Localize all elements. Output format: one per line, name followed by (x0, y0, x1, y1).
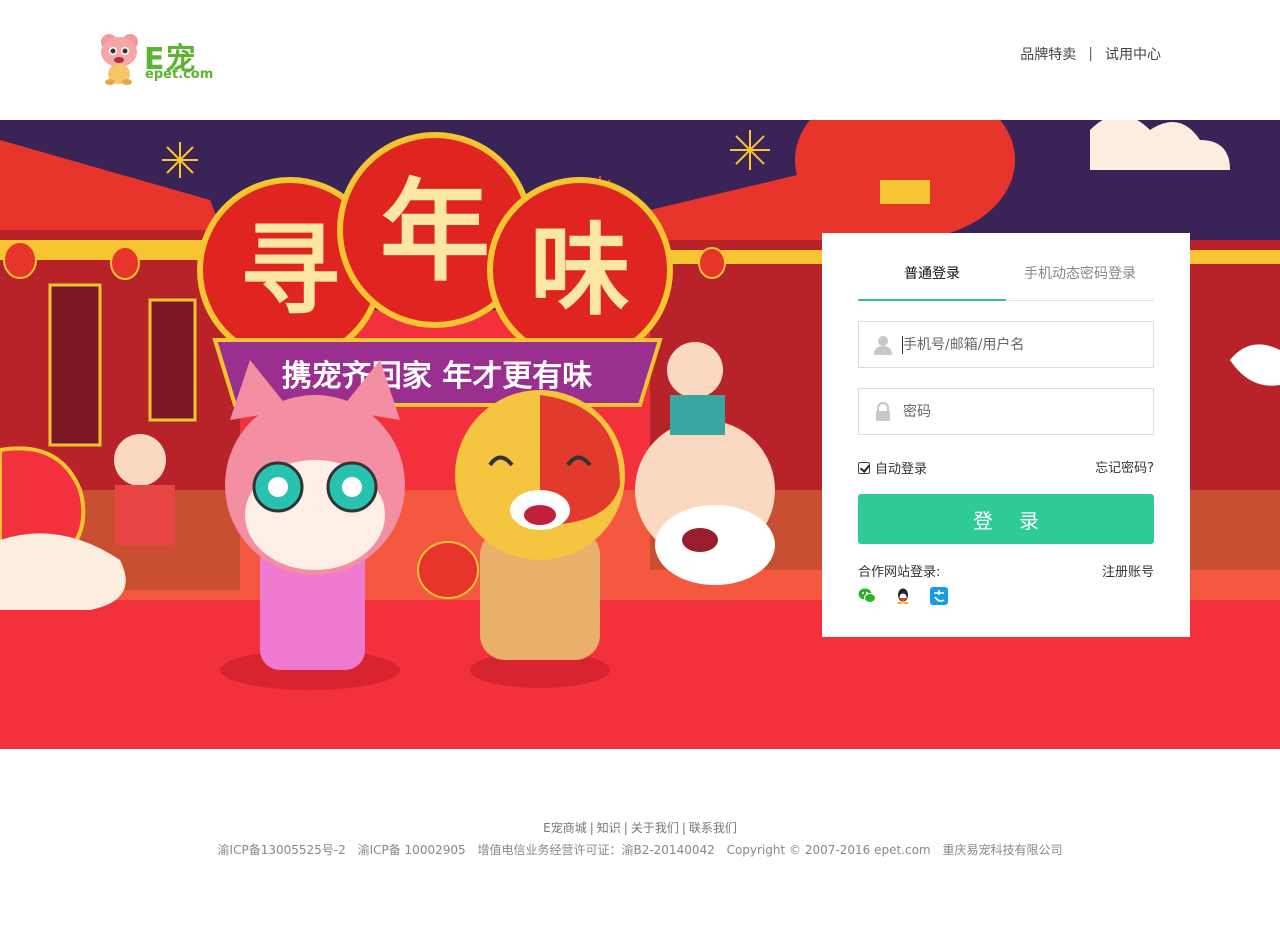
alipay-icon[interactable] (930, 587, 948, 605)
site-logo[interactable]: E宠 epet.com (96, 32, 226, 88)
icp-record-1: 渝ICP备13005525号-2 (217, 843, 346, 857)
username-input[interactable] (903, 322, 1143, 367)
auto-login-option[interactable]: 自动登录 (858, 458, 927, 477)
logo-domain: epet.com (145, 67, 214, 82)
footer-link-knowledge[interactable]: 知识 (597, 821, 621, 835)
user-icon (874, 336, 892, 355)
company-name: 重庆易宠科技有限公司 (942, 843, 1063, 857)
nav-separator: | (1088, 46, 1093, 62)
active-tab-indicator (858, 299, 1006, 301)
icp-record-2: 渝ICP备 10002905 (357, 843, 466, 857)
footer-link-about[interactable]: 关于我们 (631, 821, 679, 835)
banner-title-char-1: 寻 (240, 212, 340, 329)
tab-normal-login[interactable]: 普通登录 (858, 263, 1006, 283)
nav-trial-center[interactable]: 试用中心 (1105, 44, 1161, 64)
login-tabs: 普通登录 手机动态密码登录 (858, 233, 1154, 301)
banner-slogan: 携宠齐回家 年才更有味 (282, 359, 592, 394)
forgot-password-link[interactable]: 忘记密码? (1095, 457, 1154, 476)
top-nav: 品牌特卖 | 试用中心 (1020, 44, 1161, 64)
footer-copyright: 渝ICP备13005525号-2 渝ICP备 10002905 增值电信业务经营… (0, 841, 1280, 858)
lock-icon (876, 402, 890, 421)
site-header: E宠 epet.com 品牌特卖 | 试用中心 (0, 0, 1280, 120)
footer-link-contact[interactable]: 联系我们 (689, 821, 737, 835)
wechat-icon[interactable] (858, 587, 876, 605)
tab-sms-login[interactable]: 手机动态密码登录 (1006, 263, 1154, 283)
banner-title-char-3: 味 (530, 212, 630, 329)
footer-link-store[interactable]: E宠商城 (543, 821, 587, 835)
telecom-license: 增值电信业务经营许可证：渝B2-20140042 (477, 843, 715, 857)
username-field[interactable] (858, 321, 1154, 368)
login-button[interactable]: 登录 (858, 494, 1154, 544)
copyright-text: Copyright © 2007-2016 epet.com (726, 843, 931, 857)
password-input[interactable] (903, 389, 1143, 434)
auto-login-label: 自动登录 (875, 462, 928, 477)
auto-login-checkbox[interactable] (858, 461, 870, 474)
social-login-icons (858, 587, 966, 605)
nav-brand-sale[interactable]: 品牌特卖 (1020, 44, 1076, 64)
dog-mascot-icon (101, 34, 138, 85)
register-link[interactable]: 注册账号 (1102, 561, 1154, 580)
banner-title-char-2: 年 (380, 168, 490, 296)
login-panel: 普通登录 手机动态密码登录 自动登录 忘记密码? 登录 合作网站登录: 注册账号 (822, 233, 1190, 637)
password-field[interactable] (858, 388, 1154, 435)
qq-icon[interactable] (894, 587, 912, 605)
partner-login-label: 合作网站登录: (858, 565, 941, 580)
footer-links: E宠商城 | 知识 | 关于我们 | 联系我们 (543, 821, 737, 835)
